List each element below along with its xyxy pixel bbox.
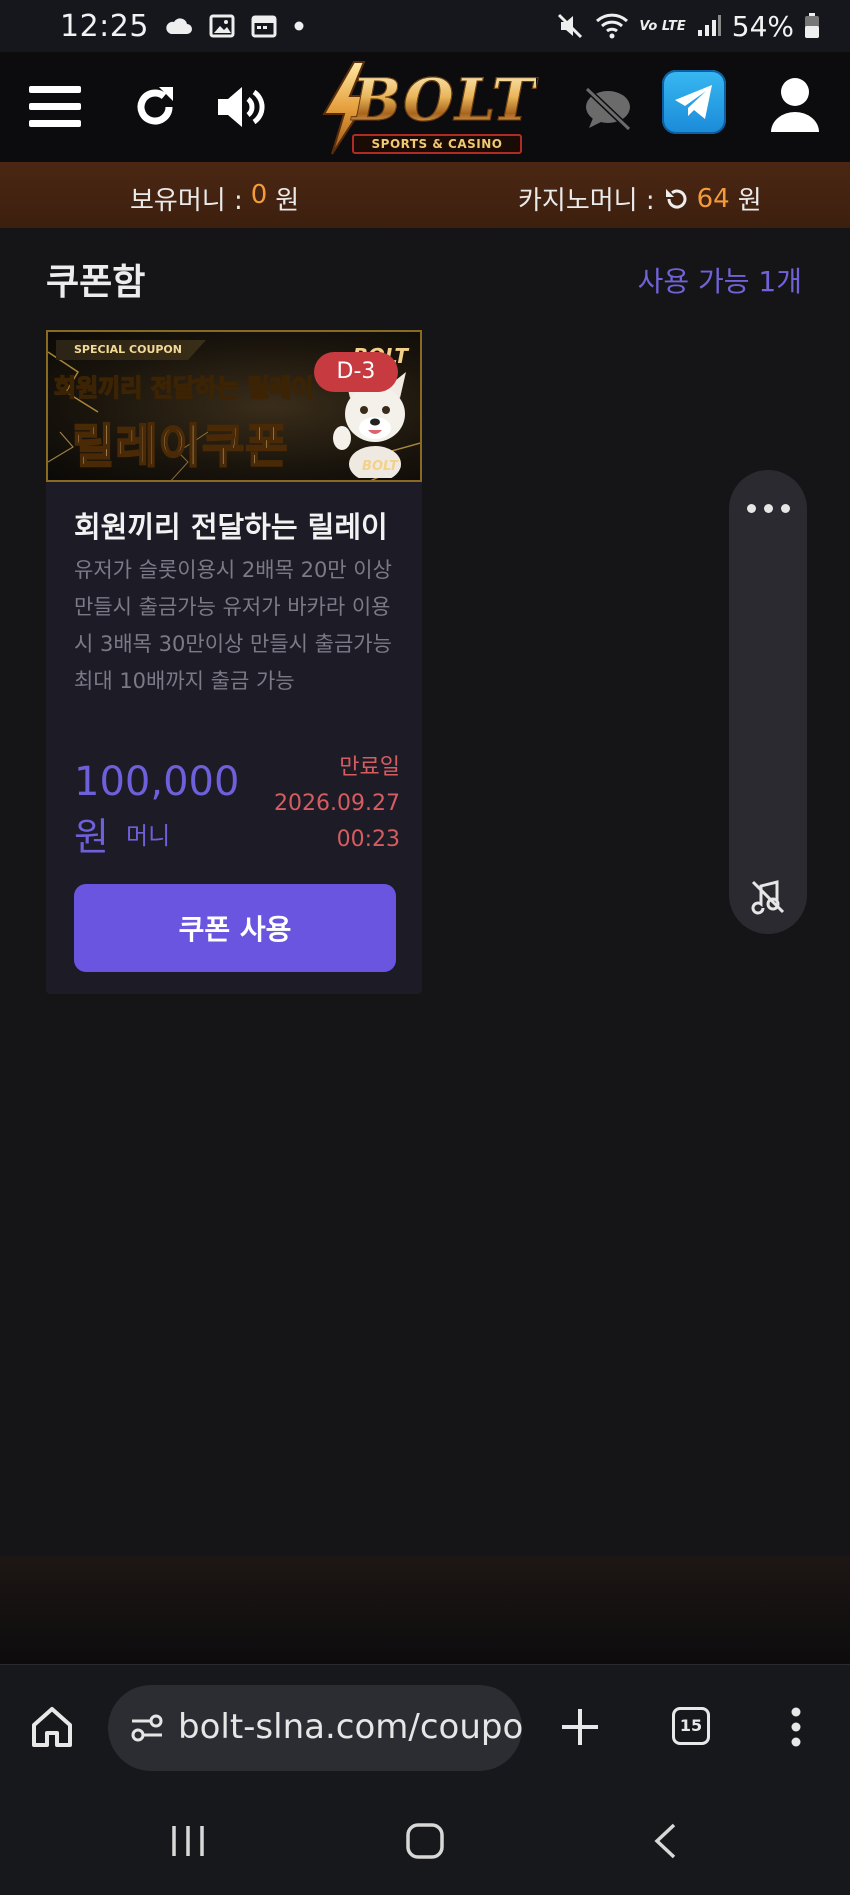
held-money-unit: 원 xyxy=(275,186,300,216)
system-nav-bar xyxy=(0,1788,850,1895)
casino-money-unit: 원 xyxy=(737,186,762,216)
coupon-expiry: 만료일 2026.09.27 00:23 xyxy=(274,750,400,858)
use-coupon-button[interactable]: 쿠폰 사용 xyxy=(74,884,396,972)
coupon-description: 유저가 슬롯이용시 2배목 20만 이상 만들시 출금가능 유저가 바카라 이용… xyxy=(74,558,392,693)
casino-money: 카지노머니 : 64 원 xyxy=(518,180,762,217)
bolt-logo[interactable]: BOLT SPORTS & CASINO xyxy=(318,60,536,156)
calendar-icon xyxy=(251,15,277,38)
logo-subtitle: SPORTS & CASINO xyxy=(352,134,522,154)
more-dots-icon[interactable] xyxy=(747,504,790,513)
url-text: bolt-slna.com/coupo xyxy=(178,1707,522,1747)
home-nav-icon[interactable] xyxy=(405,1822,445,1860)
tabs-button[interactable]: 15 xyxy=(672,1707,710,1745)
casino-money-value: 64 xyxy=(696,183,730,214)
banner-brand-small: BOLT xyxy=(362,459,398,474)
page-title: 쿠폰함 xyxy=(46,262,146,303)
image-icon xyxy=(209,14,235,38)
wifi-icon xyxy=(596,13,629,39)
battery-icon xyxy=(805,13,819,38)
banner-title: 릴레이쿠폰 xyxy=(71,418,289,474)
held-money-label: 보유머니 : xyxy=(130,186,243,216)
sound-button[interactable] xyxy=(214,80,272,134)
refresh-button[interactable] xyxy=(128,80,182,134)
more-icon[interactable] xyxy=(790,1707,802,1747)
battery-percent: 54% xyxy=(731,9,794,43)
page-footer-strip xyxy=(0,1556,850,1664)
back-icon[interactable] xyxy=(652,1822,678,1860)
dot-icon xyxy=(294,21,304,31)
mute-icon xyxy=(558,13,583,39)
signal-icon xyxy=(697,15,721,36)
banner-special-label: SPECIAL COUPON xyxy=(56,340,206,360)
menu-icon xyxy=(29,86,81,127)
banner-subtitle: 회원끼리 전달하는 릴레이 xyxy=(53,373,314,403)
expiry-label: 만료일 xyxy=(339,755,400,780)
recent-apps-icon[interactable] xyxy=(168,1824,208,1858)
chat-off-icon xyxy=(584,86,632,132)
available-count: 사용 가능 1개 xyxy=(637,265,802,298)
casino-refresh-icon[interactable] xyxy=(663,186,689,212)
volte-icon: Vo LTE xyxy=(639,18,686,34)
refresh-icon xyxy=(137,87,173,125)
menu-button[interactable] xyxy=(28,80,82,134)
coupon-amount-type: 머니 xyxy=(126,822,171,850)
casino-money-label: 카지노머니 : xyxy=(518,186,655,216)
browser-toolbar: bolt-slna.com/coupo 15 xyxy=(0,1664,850,1788)
expiry-date: 2026.09.27 xyxy=(274,791,400,816)
floating-toolbar[interactable] xyxy=(729,470,807,934)
expiry-time: 00:23 xyxy=(336,827,400,852)
site-settings-icon[interactable] xyxy=(130,1713,164,1743)
site-header: BOLT SPORTS & CASINO xyxy=(0,52,850,162)
telegram-button[interactable] xyxy=(662,70,726,134)
coupon-amount-unit: 원 xyxy=(74,815,109,859)
telegram-icon xyxy=(675,85,712,119)
logo-text: BOLT xyxy=(352,66,536,135)
coupon-amount: 100,000 xyxy=(74,759,240,805)
money-bar: 보유머니 : 0 원 카지노머니 : 64 원 xyxy=(0,162,850,228)
cloud-icon xyxy=(166,18,192,34)
held-money-value: 0 xyxy=(250,180,268,210)
volume-icon xyxy=(218,87,265,127)
status-notification-icons xyxy=(163,14,305,38)
music-off-icon[interactable] xyxy=(749,878,787,916)
status-bar: 12:25 Vo LTE 54% xyxy=(0,0,850,52)
url-bar[interactable]: bolt-slna.com/coupo xyxy=(108,1685,522,1771)
home-icon[interactable] xyxy=(30,1705,74,1749)
new-tab-icon[interactable] xyxy=(560,1707,600,1747)
days-left-badge: D-3 xyxy=(314,352,398,392)
user-icon xyxy=(771,78,819,132)
held-money: 보유머니 : 0 원 xyxy=(130,180,299,217)
coupon-title: 회원끼리 전달하는 릴레이 xyxy=(74,510,388,544)
coupon-card: SPECIAL COUPON 회원끼리 전달하는 릴레이 릴레이쿠폰 BOLT … xyxy=(46,330,422,994)
status-time: 12:25 xyxy=(60,8,149,44)
account-button[interactable] xyxy=(766,74,824,136)
chat-toggle-button[interactable] xyxy=(578,82,638,136)
